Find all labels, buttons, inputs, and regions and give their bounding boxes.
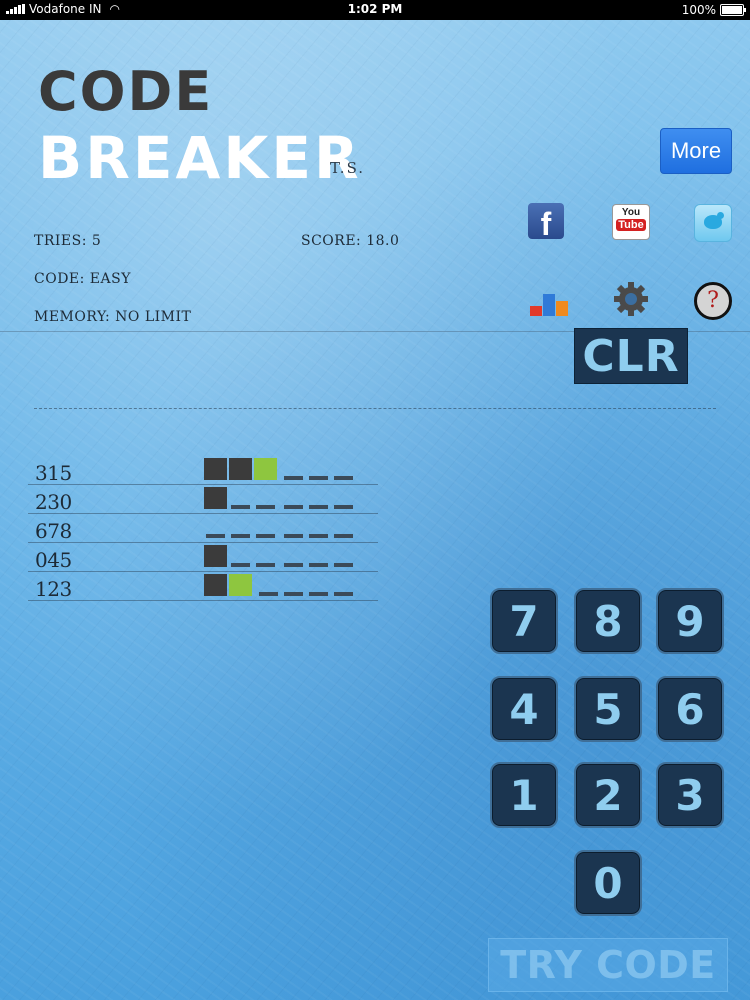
peg-empty <box>284 592 303 596</box>
help-icon[interactable]: ? <box>694 282 732 320</box>
more-button[interactable]: More <box>660 128 732 174</box>
peg-black <box>229 458 252 480</box>
key-5[interactable]: 5 <box>574 676 642 742</box>
peg-empty <box>284 476 303 480</box>
peg-empty <box>309 505 328 509</box>
app-logo: CODE BREAKER T.S. <box>38 60 366 192</box>
key-6[interactable]: 6 <box>656 676 724 742</box>
peg-empty <box>259 592 278 596</box>
key-3[interactable]: 3 <box>656 762 724 828</box>
guess-row: 045 <box>28 543 378 572</box>
guess-code: 315 <box>35 461 72 485</box>
peg-empty <box>309 592 328 596</box>
logo-line-breaker: BREAKER <box>38 124 362 192</box>
key-9[interactable]: 9 <box>656 588 724 654</box>
status-bar: Vodafone IN ◠ 1:02 PM 100% <box>0 0 750 20</box>
facebook-icon[interactable]: f <box>528 203 564 239</box>
peg-empty <box>231 505 250 509</box>
leaderboard-icon[interactable] <box>528 284 572 318</box>
key-4[interactable]: 4 <box>490 676 558 742</box>
clock: 1:02 PM <box>347 2 403 16</box>
peg-empty <box>284 534 303 538</box>
guess-code: 045 <box>35 548 72 572</box>
battery-icon <box>720 4 746 16</box>
guess-row: 230 <box>28 485 378 514</box>
peg-empty <box>309 563 328 567</box>
peg-empty <box>334 505 353 509</box>
logo-line-code: CODE <box>38 60 214 123</box>
battery-group: 100% <box>681 3 746 17</box>
input-divider <box>34 408 716 409</box>
youtube-you-text: You <box>621 207 641 218</box>
key-8[interactable]: 8 <box>574 588 642 654</box>
score-label: SCORE: 18.0 <box>301 233 400 249</box>
peg-empty <box>284 505 303 509</box>
peg-empty <box>256 534 275 538</box>
peg-empty <box>334 563 353 567</box>
try-code-button[interactable]: TRY CODE <box>488 938 728 992</box>
key-7[interactable]: 7 <box>490 588 558 654</box>
key-1[interactable]: 1 <box>490 762 558 828</box>
peg-empty <box>231 534 250 538</box>
memory-label: MEMORY: NO LIMIT <box>34 309 192 325</box>
peg-empty <box>309 534 328 538</box>
peg-green <box>229 574 252 596</box>
logo-suffix: T.S. <box>330 159 366 177</box>
peg-empty <box>231 563 250 567</box>
peg-black <box>204 545 227 567</box>
guess-code: 230 <box>35 490 72 514</box>
clear-button[interactable]: CLR <box>574 328 688 384</box>
guess-row: 678 <box>28 514 378 543</box>
gear-icon[interactable] <box>612 280 650 318</box>
peg-empty <box>309 476 328 480</box>
tries-label: TRIES: 5 <box>34 233 102 249</box>
guess-code: 123 <box>35 577 72 601</box>
peg-empty <box>206 534 225 538</box>
guess-row: 123 <box>28 572 378 601</box>
key-2[interactable]: 2 <box>574 762 642 828</box>
youtube-icon[interactable]: You Tube <box>612 204 650 240</box>
peg-black <box>204 574 227 596</box>
peg-black <box>204 487 227 509</box>
code-difficulty-label: CODE: EASY <box>34 271 131 287</box>
peg-empty <box>284 563 303 567</box>
peg-empty <box>256 563 275 567</box>
key-0[interactable]: 0 <box>574 850 642 916</box>
guess-code: 678 <box>35 519 72 543</box>
guess-row: 315 <box>28 456 378 485</box>
twitter-icon[interactable] <box>694 204 732 242</box>
peg-black <box>204 458 227 480</box>
battery-percent: 100% <box>681 3 716 17</box>
peg-empty <box>256 505 275 509</box>
game-screen: CODE BREAKER T.S. More f You Tube ? TRIE… <box>0 20 750 1000</box>
peg-green <box>254 458 277 480</box>
peg-empty <box>334 534 353 538</box>
peg-empty <box>334 476 353 480</box>
youtube-tube-text: Tube <box>616 219 646 231</box>
peg-empty <box>334 592 353 596</box>
